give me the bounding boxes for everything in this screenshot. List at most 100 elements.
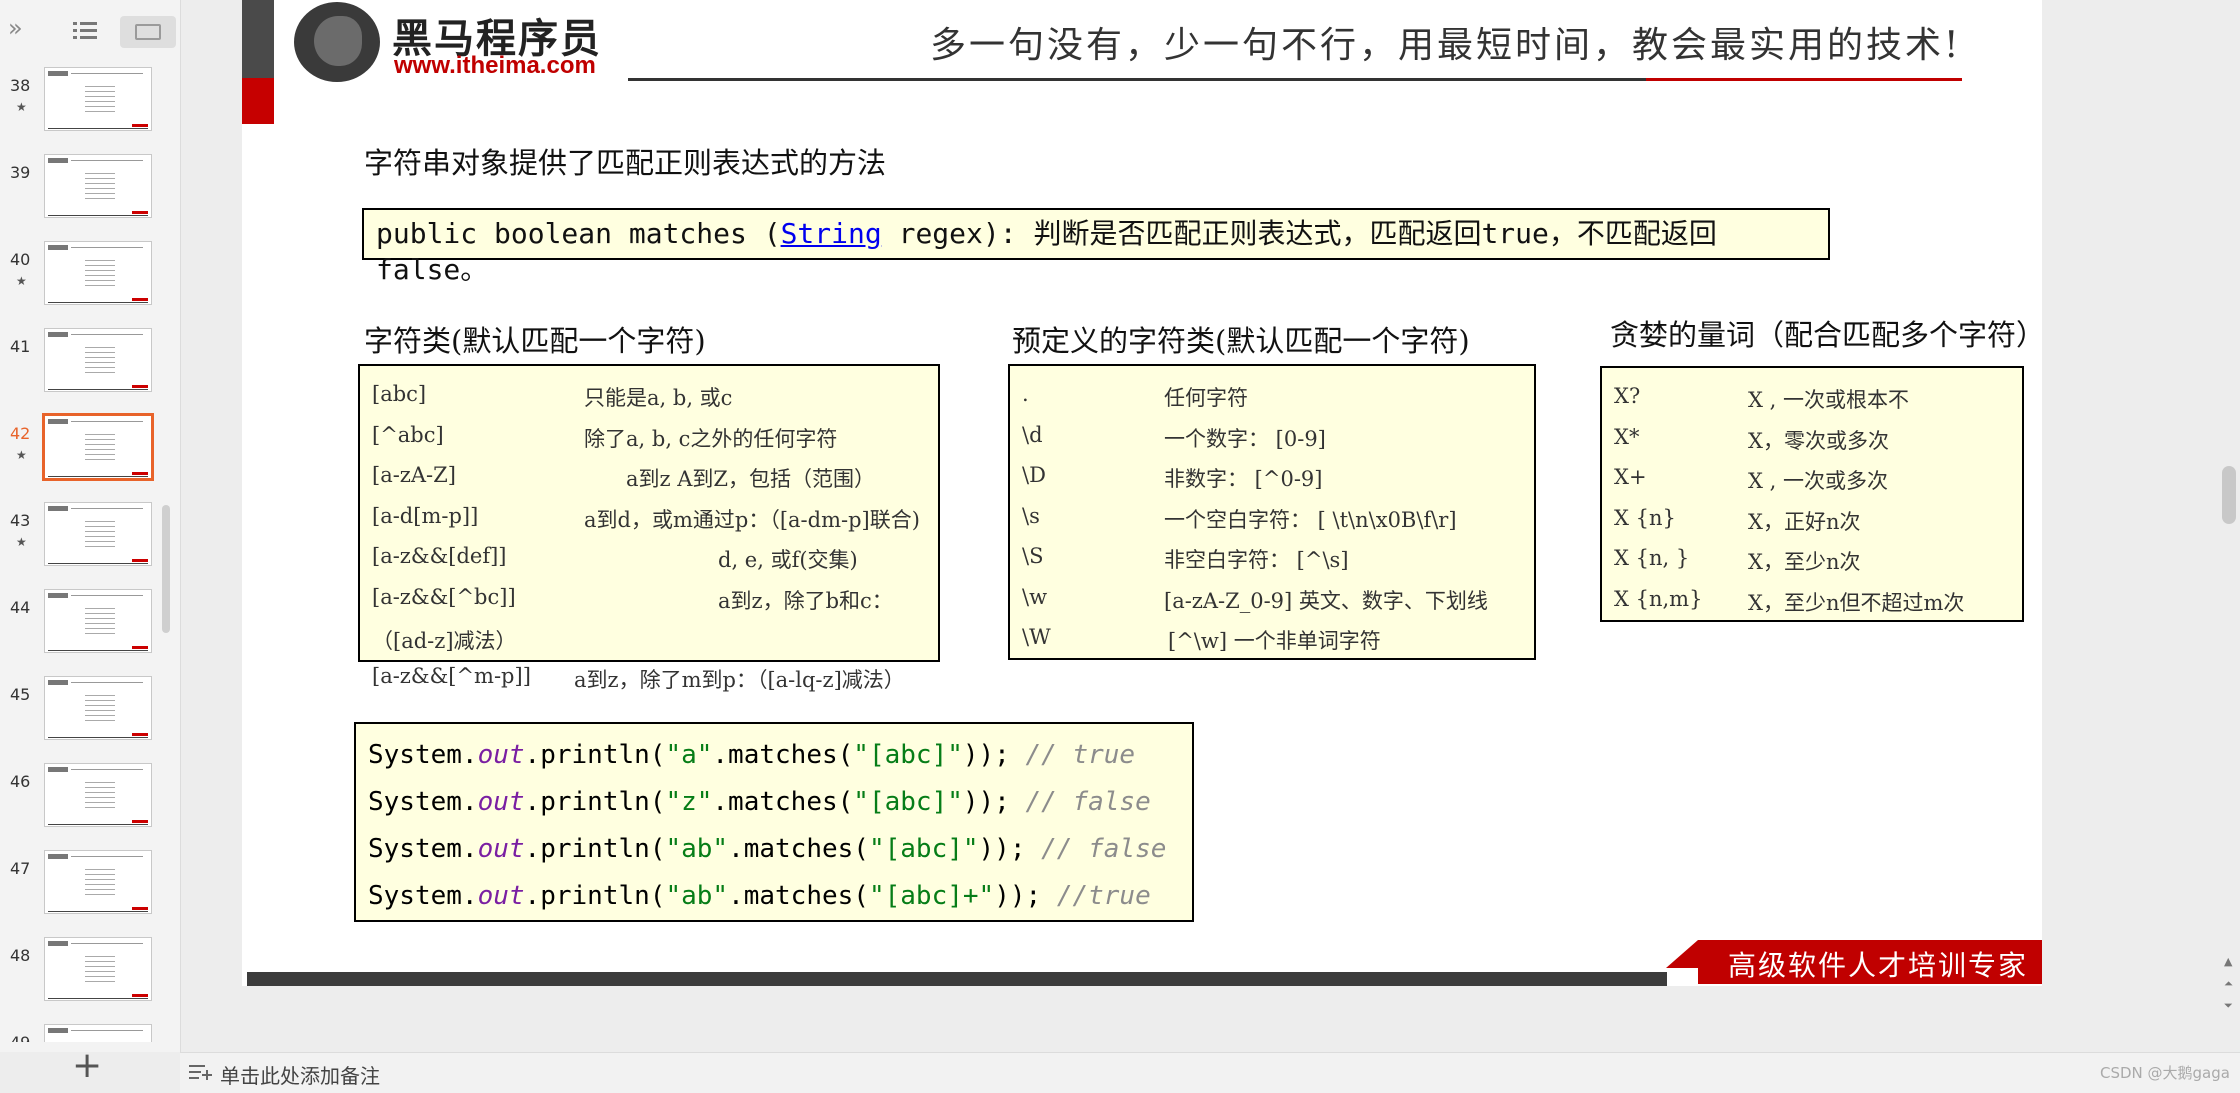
slide-thumbnail[interactable]: 48 (0, 932, 180, 1019)
intro-heading: 字符串对象提供了匹配正则表达式的方法 (364, 146, 887, 180)
row-pattern: X? (1614, 384, 1641, 408)
thumbnail-view-icon[interactable] (120, 16, 176, 48)
row-pattern: X+ (1614, 465, 1647, 489)
slide-thumbnail-image[interactable] (44, 589, 152, 653)
add-slide-icon[interactable]: + (72, 1048, 102, 1084)
code-comment: // false (1025, 787, 1151, 817)
logo-url: www.itheima.com (394, 52, 596, 79)
slide-thumbnail-image[interactable] (44, 676, 152, 740)
slide-thumbnail[interactable]: 43 ★ (0, 497, 180, 584)
editor-scroll-thumb[interactable] (2222, 466, 2236, 524)
code-token: )); (994, 881, 1057, 911)
code-string: "[abc]" (868, 834, 979, 864)
row-description: d, e, 或f(交集) (718, 548, 858, 572)
code-token: .matches( (728, 834, 869, 864)
next-slide-icon[interactable]: ⏷ (2224, 1000, 2233, 1012)
scroll-up-icon[interactable]: ▲ (2224, 956, 2232, 968)
slide-thumbnail-image[interactable] (44, 937, 152, 1001)
row-description: X，零次或多次 (1748, 428, 1889, 453)
notes-placeholder[interactable]: 单击此处添加备注 (220, 1060, 380, 1089)
code-line: System.out.println("ab".matches("[abc]+"… (368, 881, 1151, 911)
code-string: "ab" (665, 881, 729, 911)
row-pattern: [abc] (372, 382, 427, 406)
slide-thumbnail[interactable]: 44 (0, 584, 180, 671)
row-description: X，至少n次 (1748, 550, 1861, 574)
editor-scrollbar[interactable] (2220, 0, 2240, 1052)
code-token: )); (962, 740, 1026, 770)
row-pattern: （[ad-z]减法） (372, 629, 517, 653)
slide-thumbnail-image[interactable] (44, 850, 152, 914)
code-token: .println( (524, 787, 666, 817)
code-token: .matches( (712, 787, 854, 817)
slide-thumbnail-image[interactable] (44, 154, 152, 218)
row-description: 非数字： [^0-9] (1164, 467, 1323, 491)
animation-star-icon: ★ (16, 274, 27, 288)
slide-thumbnail[interactable]: 47 (0, 845, 180, 932)
row-description: 只能是a, b, 或c (584, 386, 733, 410)
code-comment: //true (1056, 881, 1151, 911)
row-pattern: [a-z&&[^m-p]] (372, 664, 531, 688)
prev-slide-icon[interactable]: ⏶ (2224, 978, 2233, 990)
panel-scrollbar[interactable] (162, 505, 170, 633)
row-description: [^\w] 一个非单词字符 (1168, 629, 1381, 653)
slide-number: 47 (10, 859, 31, 878)
row-pattern: X* (1614, 424, 1640, 449)
slide-thumbnail[interactable]: 38 ★ (0, 62, 180, 149)
slide-number: 38 (10, 76, 31, 95)
quantifiers-title: 贪婪的量词（配合匹配多个字符） (1610, 318, 2042, 352)
row-pattern: \w (1022, 584, 1048, 609)
row-description: [a-zA-Z_0-9] 英文、数字、下划线 (1164, 588, 1488, 613)
slogan: 多一句没有，少一句不行，用最短时间，教会最实用的技术! (930, 25, 1962, 66)
slide-thumbnail[interactable]: 42 ★ (0, 410, 180, 497)
outline-view-icon[interactable] (72, 20, 98, 42)
code-string: "ab" (665, 834, 729, 864)
expand-panel-icon[interactable]: » (8, 14, 23, 42)
slide-thumbnail[interactable]: 40 ★ (0, 236, 180, 323)
slide-number: 46 (10, 772, 31, 791)
header-red-bar (242, 78, 274, 124)
code-token: .println( (524, 881, 666, 911)
footer-triangle (1666, 940, 1698, 968)
code-token: out (477, 881, 525, 911)
slide-thumbnail-image[interactable] (44, 67, 152, 131)
code-line: System.out.println("ab".matches("[abc]")… (368, 834, 1166, 864)
header-dark-bar (242, 0, 274, 78)
code-string: "[abc]" (853, 787, 963, 817)
predefined-title: 预定义的字符类(默认匹配一个字符) (1012, 324, 1470, 358)
slide-thumbnail-image[interactable] (42, 413, 154, 481)
slide-thumbnail[interactable]: 45 (0, 671, 180, 758)
row-pattern: [a-d[m-p]] (372, 503, 479, 528)
code-string: "a" (665, 740, 713, 770)
code-token: )); (962, 787, 1026, 817)
slide-thumbnail-image[interactable] (44, 328, 152, 392)
row-description: X , 一次或根本不 (1748, 388, 1909, 412)
slide-number: 44 (10, 598, 31, 617)
slide-thumbnail[interactable]: 49 (0, 1019, 180, 1042)
header-divider-accent (1646, 78, 1962, 81)
slide-number: 41 (10, 337, 31, 356)
row-description: a到z A到Z，包括（范围） (626, 467, 876, 491)
slide-thumbnail-image[interactable] (44, 502, 152, 566)
slide-thumbnail[interactable]: 41 (0, 323, 180, 410)
slide-number: 40 (10, 250, 31, 269)
row-pattern: [a-zA-Z] (372, 463, 456, 487)
notes-pane[interactable] (180, 1052, 2240, 1093)
row-description: X，至少n但不超过m次 (1748, 590, 1965, 615)
slide-canvas[interactable]: 黑马程序员 www.itheima.com 多一句没有，少一句不行，用最短时间，… (242, 0, 2042, 986)
panel-toolbar: » (0, 0, 180, 62)
watermark: CSDN @大鹅gaga (2100, 1064, 2230, 1082)
animation-star-icon: ★ (16, 448, 27, 462)
code-token: .matches( (712, 740, 854, 770)
matches-signature: public boolean matches (String regex): 判… (376, 216, 1816, 288)
slide-thumbnail[interactable]: 46 (0, 758, 180, 845)
string-link[interactable]: String (781, 217, 882, 250)
slide-thumbnail[interactable]: 39 (0, 149, 180, 236)
code-token: System. (368, 787, 478, 817)
slide-number: 39 (10, 163, 31, 182)
slide-thumbnail-image[interactable] (44, 1024, 152, 1042)
row-pattern: \S (1022, 544, 1044, 568)
slide-thumbnail-image[interactable] (44, 241, 152, 305)
row-description: X，正好n次 (1748, 509, 1861, 534)
row-pattern: X {n,m} (1614, 586, 1703, 611)
slide-thumbnail-image[interactable] (44, 763, 152, 827)
